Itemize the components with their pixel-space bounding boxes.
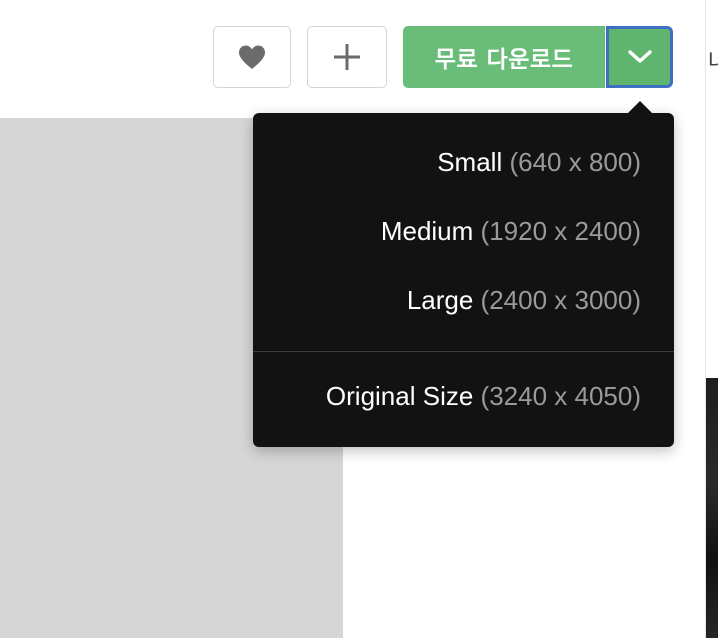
menu-item-medium[interactable]: Medium (1920 x 2400) (381, 216, 641, 247)
download-options-toggle[interactable] (606, 26, 673, 88)
free-download-label: 무료 다운로드 (434, 47, 574, 73)
menu-item-name: Medium (380, 216, 474, 246)
menu-item-name: Small (437, 147, 503, 177)
menu-item-dimensions: (640 x 800) (509, 147, 641, 177)
menu-item-dimensions: (1920 x 2400) (480, 216, 641, 246)
plus-icon (334, 44, 360, 70)
download-size-menu: Small (640 x 800) Medium (1920 x 2400) L… (253, 113, 674, 447)
menu-item-dimensions: (3240 x 4050) (480, 381, 641, 411)
page: 나 무료 다운로드 Small (640 x 800) Medium (1920… (0, 0, 718, 638)
heart-icon (239, 45, 265, 69)
partial-thumbnail[interactable] (706, 378, 718, 638)
like-button[interactable] (213, 26, 291, 88)
menu-item-name: Original Size (325, 381, 474, 411)
menu-divider (253, 351, 674, 352)
menu-item-small[interactable]: Small (640 x 800) (437, 147, 641, 178)
menu-item-large[interactable]: Large (2400 x 3000) (407, 285, 641, 316)
right-edge-panel: 나 (705, 0, 718, 638)
menu-item-name: Large (406, 285, 474, 315)
chevron-down-icon (627, 50, 652, 63)
partial-heading-text: 나 (708, 44, 718, 76)
free-download-button[interactable]: 무료 다운로드 (403, 26, 605, 88)
menu-item-dimensions: (2400 x 3000) (480, 285, 641, 315)
menu-item-original-size[interactable]: Original Size (3240 x 4050) (326, 381, 641, 412)
add-to-collection-button[interactable] (307, 26, 387, 88)
